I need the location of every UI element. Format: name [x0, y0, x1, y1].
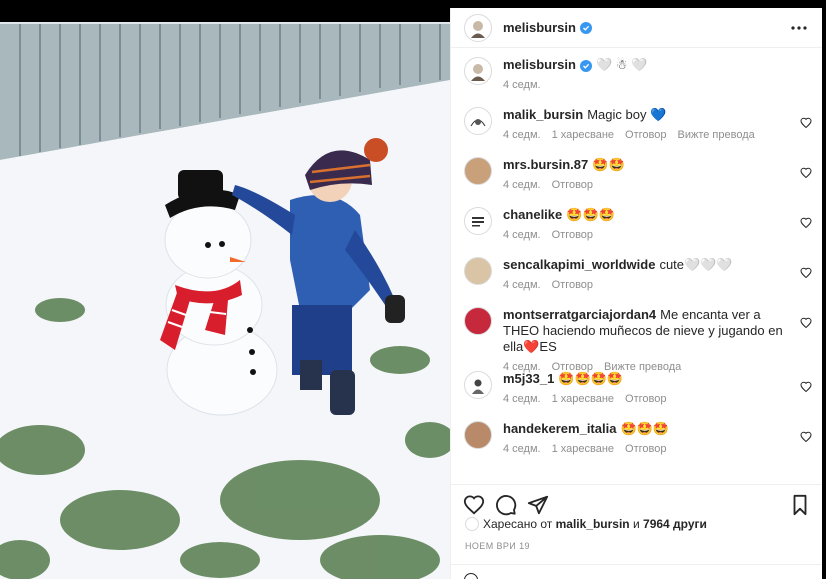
- post-side-panel: melisbursin melisbursin 🤍 ☃ 🤍 4 седм. ma…: [450, 8, 822, 579]
- post-header: melisbursin: [451, 8, 822, 48]
- verified-badge-icon: [579, 59, 592, 72]
- comment-item: handekerem_italia 🤩🤩🤩 4 седм. 1 харесване О…: [464, 421, 812, 471]
- comment-username[interactable]: m5j33_1: [503, 371, 554, 386]
- comment-likes[interactable]: 1 харесване: [552, 129, 614, 141]
- comment-likes[interactable]: 1 харесване: [552, 443, 614, 455]
- comment-time[interactable]: 4 седм.: [503, 179, 541, 191]
- comments-list: melisbursin 🤍 ☃ 🤍 4 седм. malik_bursin Mag…: [451, 49, 822, 474]
- comment-text: 🤩🤩🤩: [620, 421, 670, 436]
- heart-outline-icon[interactable]: [462, 493, 486, 517]
- author-avatar[interactable]: [464, 57, 492, 85]
- reply-button[interactable]: Отговор: [552, 179, 593, 191]
- comment-text: 🤩🤩🤩: [566, 207, 615, 222]
- paper-plane-icon[interactable]: [526, 493, 550, 517]
- reply-button[interactable]: Отговор: [552, 279, 593, 291]
- comment-time[interactable]: 4 седм.: [503, 229, 541, 241]
- reply-button[interactable]: Отговор: [625, 129, 666, 141]
- comment-likes[interactable]: 1 харесване: [552, 393, 614, 405]
- more-options-icon[interactable]: [788, 17, 810, 39]
- comment-username[interactable]: sencalkapimi_worldwide: [503, 257, 655, 272]
- commenter-avatar[interactable]: [464, 257, 492, 285]
- reply-button[interactable]: Отговор: [625, 393, 666, 405]
- reply-button[interactable]: Отговор: [625, 443, 666, 455]
- likes-prefix: Харесано от: [483, 517, 553, 531]
- heart-outline-icon[interactable]: [800, 267, 812, 279]
- comment-time[interactable]: 4 седм.: [503, 393, 541, 405]
- speech-bubble-icon[interactable]: [494, 493, 518, 517]
- likes-count[interactable]: 7964 други: [643, 517, 707, 531]
- comment-time[interactable]: 4 седм.: [503, 443, 541, 455]
- snowman-photo: [0, 0, 450, 579]
- comment-text: cute🤍🤍🤍: [659, 257, 733, 272]
- post-photo[interactable]: [0, 0, 450, 579]
- translate-button[interactable]: Вижте превода: [677, 129, 754, 141]
- comment-username[interactable]: chanelike: [503, 207, 562, 222]
- comment-username[interactable]: handekerem_italia: [503, 421, 616, 436]
- verified-badge-icon: [579, 21, 592, 34]
- comment-item: sencalkapimi_worldwide cute🤍🤍🤍 4 седм. Отг…: [464, 257, 812, 307]
- comment-item: m5j33_1 🤩🤩🤩🤩 4 седм. 1 харесване Отговор: [464, 371, 812, 421]
- caption-username[interactable]: melisbursin: [503, 57, 576, 72]
- reply-button[interactable]: Отговор: [552, 229, 593, 241]
- comment-item: montserratgarciajordan4 Me encanta ver a …: [464, 307, 812, 373]
- comment-username[interactable]: montserratgarciajordan4: [503, 307, 656, 322]
- author-avatar[interactable]: [464, 13, 492, 42]
- comment-item: malik_bursin Magic boy 💙 4 седм. 1 харесва…: [464, 107, 812, 157]
- comment-time[interactable]: 4 седм.: [503, 129, 541, 141]
- heart-outline-icon[interactable]: [800, 117, 812, 129]
- commenter-avatar[interactable]: [464, 307, 492, 335]
- liker-username[interactable]: malik_bursin: [556, 517, 630, 531]
- comment-username[interactable]: mrs.bursin.87: [503, 157, 588, 172]
- bookmark-icon[interactable]: [788, 493, 812, 517]
- caption-text: 🤍 ☃ 🤍: [595, 57, 648, 72]
- smiley-icon[interactable]: [464, 573, 478, 579]
- heart-outline-icon[interactable]: [800, 381, 812, 393]
- heart-outline-icon[interactable]: [800, 317, 812, 329]
- add-comment-bar: [451, 564, 822, 579]
- heart-outline-icon[interactable]: [800, 217, 812, 229]
- comment-text: Magic boy 💙: [587, 107, 667, 122]
- comment-item: chanelike 🤩🤩🤩 4 седм. Отговор: [464, 207, 812, 257]
- comment-text: 🤩🤩🤩🤩: [558, 371, 624, 386]
- comment-text: 🤩🤩: [592, 157, 625, 172]
- commenter-avatar[interactable]: [464, 207, 492, 235]
- post-date[interactable]: НОЕМ ВРИ 19: [465, 541, 530, 551]
- commenter-avatar[interactable]: [464, 107, 492, 135]
- post-caption: melisbursin 🤍 ☃ 🤍 4 седм.: [464, 57, 812, 107]
- likes-conj: и: [632, 517, 640, 531]
- likes-summary: Харесано от malik_bursin и 7964 други: [465, 517, 707, 531]
- heart-outline-icon[interactable]: [800, 431, 812, 443]
- commenter-avatar[interactable]: [464, 371, 492, 399]
- commenter-avatar[interactable]: [464, 421, 492, 449]
- heart-outline-icon[interactable]: [800, 167, 812, 179]
- caption-time[interactable]: 4 седм.: [503, 79, 541, 91]
- comment-item: mrs.bursin.87 🤩🤩 4 седм. Отговор: [464, 157, 812, 207]
- author-username[interactable]: melisbursin: [503, 20, 576, 35]
- comment-username[interactable]: malik_bursin: [503, 107, 583, 122]
- liker-avatar[interactable]: [465, 517, 479, 531]
- commenter-avatar[interactable]: [464, 157, 492, 185]
- comment-time[interactable]: 4 седм.: [503, 279, 541, 291]
